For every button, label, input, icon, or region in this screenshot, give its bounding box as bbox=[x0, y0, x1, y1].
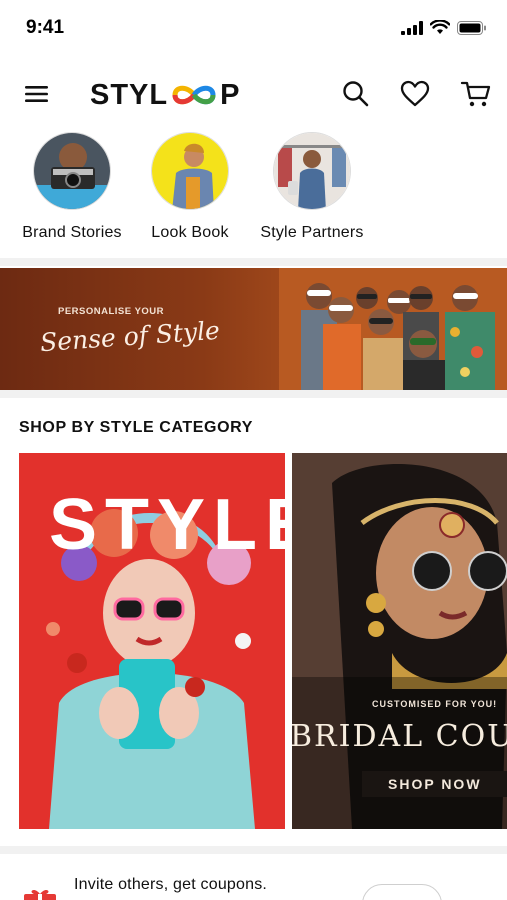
invite-text: Invite others, get coupons. bbox=[74, 876, 268, 893]
story-look-book[interactable]: Look Book bbox=[130, 132, 250, 242]
story-avatar bbox=[273, 132, 351, 210]
category-card-style[interactable]: STYLE bbox=[19, 453, 285, 829]
invite-action-button[interactable] bbox=[362, 884, 442, 900]
battery-icon bbox=[457, 20, 486, 35]
promo-banner[interactable]: PERSONALISE YOUR Sense of Style bbox=[0, 268, 507, 390]
story-brand-stories[interactable]: Brand Stories bbox=[12, 132, 132, 242]
lookbook-person-image bbox=[152, 133, 228, 209]
search-button[interactable] bbox=[340, 78, 372, 110]
heart-icon bbox=[400, 80, 430, 107]
story-avatar bbox=[151, 132, 229, 210]
style-headline: STYLE bbox=[49, 485, 285, 565]
invite-banner[interactable]: Invite others, get coupons. bbox=[0, 856, 507, 900]
gift-icon bbox=[24, 889, 56, 900]
promo-script-text: Sense of Style bbox=[39, 315, 221, 358]
cart-icon bbox=[460, 81, 491, 107]
promo-small-text: PERSONALISE YOUR bbox=[58, 306, 165, 317]
menu-button[interactable] bbox=[22, 82, 52, 106]
cart-button[interactable] bbox=[460, 78, 492, 110]
cellular-signal-icon bbox=[401, 20, 423, 35]
section-divider bbox=[0, 846, 507, 854]
app-logo[interactable]: STYL P bbox=[90, 79, 240, 111]
style-partners-image bbox=[274, 133, 350, 209]
status-bar: 9:41 bbox=[0, 0, 507, 56]
wifi-icon bbox=[430, 20, 450, 34]
shop-now-button[interactable]: SHOP NOW bbox=[362, 771, 507, 797]
logo-text-prefix: STYL bbox=[90, 78, 169, 111]
menu-icon bbox=[25, 86, 48, 102]
status-time: 9:41 bbox=[26, 17, 65, 38]
story-label: Look Book bbox=[151, 224, 229, 241]
app-header: STYL P bbox=[0, 64, 507, 124]
camera-person-image bbox=[34, 133, 110, 209]
story-label: Style Partners bbox=[260, 224, 364, 241]
section-divider bbox=[0, 390, 507, 398]
stories-row: Brand Stories Look Book Style Partners bbox=[0, 132, 507, 252]
bridal-subtitle: CUSTOMISED FOR YOU! bbox=[372, 699, 498, 709]
section-divider bbox=[0, 258, 507, 266]
story-style-partners[interactable]: Style Partners bbox=[252, 132, 372, 242]
wishlist-button[interactable] bbox=[399, 78, 431, 110]
logo-text-suffix: P bbox=[220, 78, 241, 111]
group-sunglasses-image bbox=[279, 268, 507, 390]
infinity-logo-icon bbox=[172, 85, 216, 105]
story-avatar bbox=[33, 132, 111, 210]
bridal-headline: BRIDAL COUT bbox=[292, 719, 507, 754]
section-title: SHOP BY STYLE CATEGORY bbox=[19, 419, 253, 436]
search-icon bbox=[343, 81, 369, 107]
status-icons bbox=[401, 20, 487, 35]
category-card-bridal[interactable]: CUSTOMISED FOR YOU! BRIDAL COUT SHOP NOW bbox=[292, 453, 507, 829]
story-label: Brand Stories bbox=[22, 224, 122, 241]
